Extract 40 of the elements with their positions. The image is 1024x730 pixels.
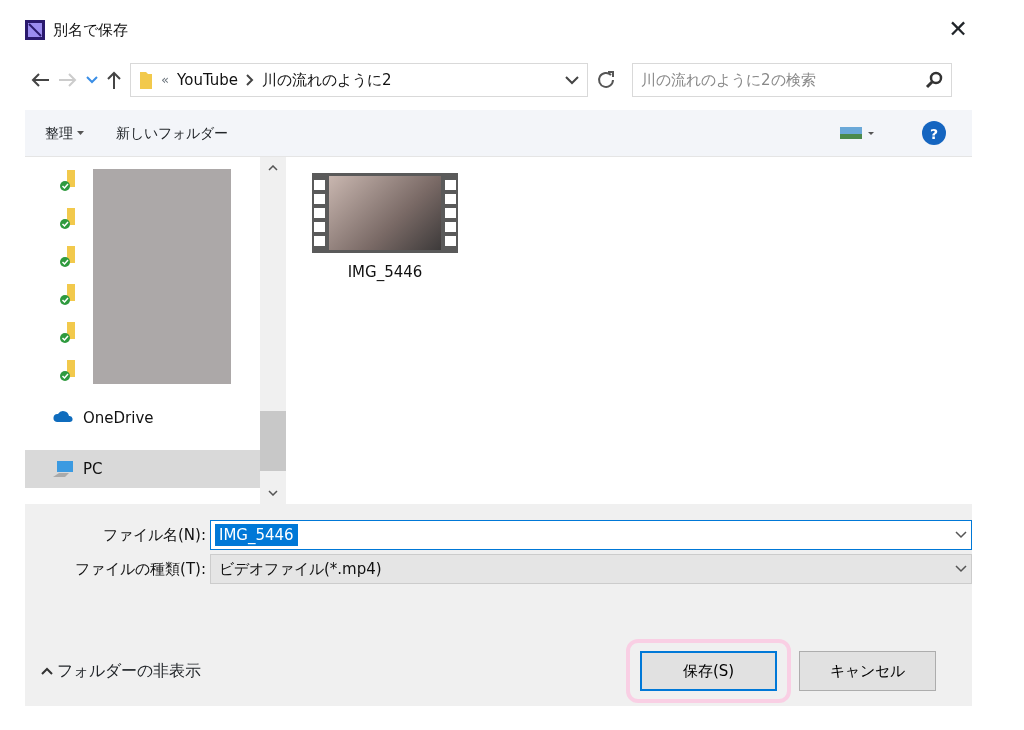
- dropdown-chevron-icon[interactable]: [565, 75, 579, 85]
- back-arrow-icon[interactable]: [30, 72, 50, 88]
- breadcrumb-item[interactable]: 川の流れのように2: [262, 68, 392, 92]
- filename-field[interactable]: IMG_5446: [210, 520, 972, 550]
- help-button[interactable]: ?: [922, 121, 946, 145]
- dropdown-chevron-icon[interactable]: [955, 565, 967, 573]
- sidebar-item[interactable]: PC: [25, 450, 260, 488]
- sidebar-item[interactable]: OneDrive: [25, 399, 260, 437]
- scroll-down-icon[interactable]: [268, 490, 278, 496]
- search-placeholder: 川の流れのように2の検索: [641, 69, 816, 91]
- search-icon[interactable]: [925, 71, 943, 89]
- file-type-dropdown[interactable]: ビデオファイル(*.mp4): [210, 554, 972, 584]
- hide-folders-button[interactable]: フォルダーの非表示: [41, 659, 201, 683]
- organize-menu[interactable]: 整理: [41, 118, 88, 148]
- scroll-up-icon[interactable]: [268, 165, 278, 171]
- scrollbar[interactable]: [260, 157, 286, 504]
- chevron-right-icon: [246, 74, 255, 86]
- chevron-up-icon: [41, 667, 53, 675]
- folder-icon: [139, 70, 153, 90]
- refresh-icon[interactable]: [596, 70, 616, 90]
- up-arrow-icon[interactable]: [106, 70, 122, 90]
- caret-icon: [77, 131, 84, 135]
- file-name: IMG_5446: [347, 262, 423, 283]
- scrollbar-thumb[interactable]: [260, 410, 286, 471]
- file-item[interactable]: IMG_5446: [310, 173, 460, 504]
- address-bar[interactable]: « YouTube 川の流れのように2: [130, 63, 588, 97]
- close-button[interactable]: ✕: [948, 12, 968, 48]
- cancel-button[interactable]: キャンセル: [799, 651, 936, 691]
- field-label: ファイル名(N):: [102, 524, 207, 546]
- view-mode-icon[interactable]: [840, 126, 874, 140]
- new-folder-button[interactable]: 新しいフォルダー: [112, 118, 232, 148]
- window-title: 別名で保存: [53, 19, 128, 41]
- breadcrumb-item[interactable]: YouTube: [177, 68, 239, 92]
- computer-icon: [53, 459, 75, 479]
- app-icon: [25, 20, 45, 40]
- search-field[interactable]: 川の流れのように2の検索: [632, 63, 952, 97]
- breadcrumb-overflow[interactable]: «: [161, 70, 170, 90]
- save-button[interactable]: 保存(S): [640, 651, 777, 691]
- dropdown-chevron-icon[interactable]: [955, 531, 967, 539]
- field-label: ファイルの種類(T):: [74, 558, 207, 580]
